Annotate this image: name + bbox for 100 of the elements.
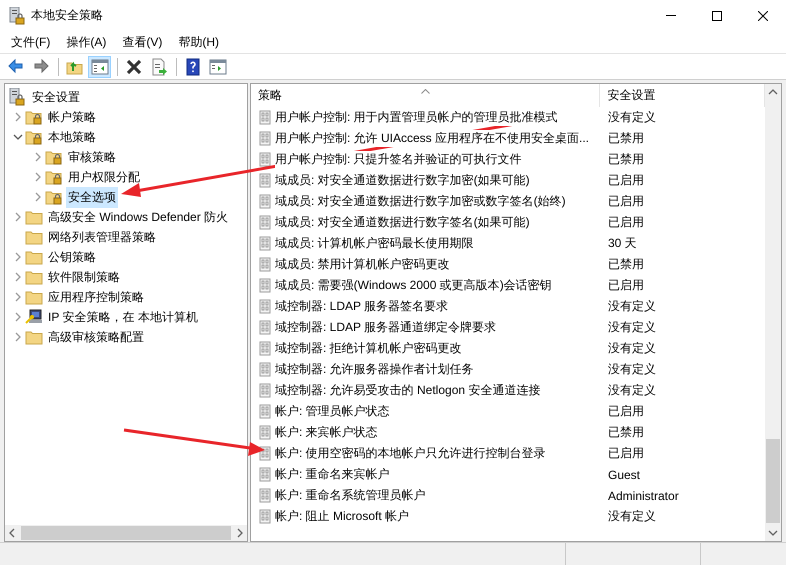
expand-chevron-icon[interactable] — [13, 332, 23, 342]
setting-value: 已启用 — [607, 403, 644, 420]
expand-chevron-icon[interactable] — [13, 252, 23, 262]
setting-value: 没有定义 — [607, 319, 656, 336]
policy-icon — [258, 110, 272, 125]
policy-icon — [258, 236, 272, 251]
policy-name[interactable]: 域控制器: 允许服务器操作者计划任务 — [275, 361, 474, 378]
folder-icon — [25, 249, 43, 265]
tree-item[interactable]: 审核策略 — [66, 146, 118, 168]
expand-chevron-icon[interactable] — [13, 312, 23, 322]
minimize-icon — [666, 15, 676, 16]
tree-item[interactable]: 安全设置 — [30, 86, 82, 108]
policy-name[interactable]: 域成员: 禁用计算机帐户密码更改 — [275, 256, 450, 273]
show-tree-icon — [90, 58, 108, 76]
policy-icon — [258, 383, 272, 398]
tree-item[interactable]: 安全选项 — [66, 186, 118, 208]
setting-value: 已启用 — [607, 445, 644, 462]
policy-icon — [258, 194, 272, 209]
tree-item[interactable]: 用户权限分配 — [66, 166, 142, 188]
setting-value: 没有定义 — [607, 340, 656, 357]
expand-chevron-icon[interactable] — [33, 172, 43, 182]
locked-folder-icon — [25, 109, 43, 125]
expand-chevron-icon[interactable] — [13, 292, 23, 302]
server-lock-icon — [9, 6, 25, 24]
setting-value: 已禁用 — [607, 151, 644, 168]
folder-icon — [25, 329, 43, 345]
tree-item[interactable]: IP 安全策略，在 本地计算机 — [46, 306, 200, 328]
policy-icon — [258, 404, 272, 419]
tree-item[interactable]: 应用程序控制策略 — [46, 286, 146, 308]
policy-icon — [258, 341, 272, 356]
folder-icon — [25, 289, 43, 305]
setting-value: 已启用 — [607, 193, 644, 210]
policy-name[interactable]: 帐户: 阻止 Microsoft 帐户 — [275, 508, 410, 525]
policy-name[interactable]: 域控制器: 允许易受攻击的 Netlogon 安全通道连接 — [275, 382, 540, 399]
column-header[interactable]: 策略 — [251, 84, 600, 107]
policy-name[interactable]: 帐户: 管理员帐户状态 — [275, 403, 390, 420]
setting-value: 没有定义 — [607, 298, 656, 315]
scrollbar-thumb[interactable] — [21, 526, 231, 540]
expand-chevron-icon[interactable] — [13, 112, 23, 122]
policy-name[interactable]: 用户帐户控制: 只提升签名并验证的可执行文件 — [275, 151, 522, 168]
policy-name[interactable]: 帐户: 重命名系统管理员帐户 — [275, 487, 426, 504]
expand-chevron-icon[interactable] — [13, 272, 23, 282]
policy-name[interactable]: 帐户: 来宾帐户状态 — [275, 424, 378, 441]
export-list-icon — [150, 58, 168, 76]
tree-item[interactable]: 高级审核策略配置 — [46, 326, 146, 348]
policy-name[interactable]: 域控制器: 拒绝计算机帐户密码更改 — [275, 340, 462, 357]
menu-item[interactable]: 查看(V) — [114, 30, 170, 54]
setting-value: 没有定义 — [607, 508, 656, 525]
expand-chevron-icon[interactable] — [33, 192, 43, 202]
policy-icon — [258, 467, 272, 482]
server-lock-icon — [9, 88, 25, 106]
menu-item[interactable]: 文件(F) — [3, 30, 58, 54]
locked-folder-icon — [45, 189, 63, 205]
tree-item[interactable]: 网络列表管理器策略 — [46, 226, 158, 248]
setting-value: 已启用 — [607, 277, 644, 294]
forward-icon — [32, 58, 50, 76]
policy-icon — [258, 488, 272, 503]
locked-folder-icon — [25, 129, 43, 145]
policy-name[interactable]: 域控制器: LDAP 服务器签名要求 — [275, 298, 448, 315]
horizontal-scrollbar[interactable] — [5, 525, 247, 541]
policy-icon — [258, 362, 272, 377]
policy-icon — [258, 299, 272, 314]
policy-name[interactable]: 域控制器: LDAP 服务器通道绑定令牌要求 — [275, 319, 496, 336]
vertical-scrollbar[interactable] — [765, 84, 781, 541]
policy-name[interactable]: 域成员: 对安全通道数据进行数字加密或数字签名(始终) — [275, 193, 566, 210]
policy-icon — [258, 152, 272, 167]
folder-icon — [25, 229, 43, 245]
help-icon — [184, 58, 202, 76]
policy-name[interactable]: 域成员: 对安全通道数据进行数字加密(如果可能) — [275, 172, 530, 189]
setting-value: 已禁用 — [607, 424, 644, 441]
policy-name[interactable]: 帐户: 使用空密码的本地帐户只允许进行控制台登录 — [275, 445, 546, 462]
setting-value: 30 天 — [607, 235, 637, 252]
locked-folder-icon — [45, 169, 63, 185]
policy-name[interactable]: 域成员: 计算机帐户密码最长使用期限 — [275, 235, 474, 252]
close-icon — [758, 10, 768, 20]
scrollbar-thumb[interactable] — [766, 439, 780, 523]
expand-chevron-icon[interactable] — [33, 152, 43, 162]
menu-item[interactable]: 帮助(H) — [170, 30, 227, 54]
policy-name[interactable]: 域成员: 对安全通道数据进行数字签名(如果可能) — [275, 214, 530, 231]
setting-value: 没有定义 — [607, 382, 656, 399]
tree-item[interactable]: 公钥策略 — [46, 246, 98, 268]
expand-chevron-icon[interactable] — [13, 212, 23, 222]
policy-name[interactable]: 用户帐户控制: 用于内置管理员帐户的管理员批准模式 — [275, 109, 558, 126]
tree-item[interactable]: 软件限制策略 — [46, 266, 122, 288]
tree-item[interactable]: 帐户策略 — [46, 106, 98, 128]
policy-icon — [258, 215, 272, 230]
policy-icon — [258, 257, 272, 272]
setting-value: Administrator — [607, 488, 679, 502]
computer-key-icon — [25, 309, 43, 325]
policy-name[interactable]: 域成员: 需要强(Windows 2000 或更高版本)会话密钥 — [275, 277, 552, 294]
policy-icon — [258, 446, 272, 461]
setting-value: 已启用 — [607, 172, 644, 189]
tree-item[interactable]: 本地策略 — [46, 126, 98, 148]
policy-name[interactable]: 帐户: 重命名来宾帐户 — [275, 466, 390, 483]
collapse-chevron-icon[interactable] — [13, 132, 23, 142]
menu-item[interactable]: 操作(A) — [58, 30, 114, 54]
policy-icon — [258, 131, 272, 146]
policy-name[interactable]: 用户帐户控制: 允许 UIAccess 应用程序在不使用安全桌面... — [275, 130, 590, 147]
tree-item[interactable]: 高级安全 Windows Defender 防火 — [46, 206, 230, 228]
folder-icon — [25, 209, 43, 225]
